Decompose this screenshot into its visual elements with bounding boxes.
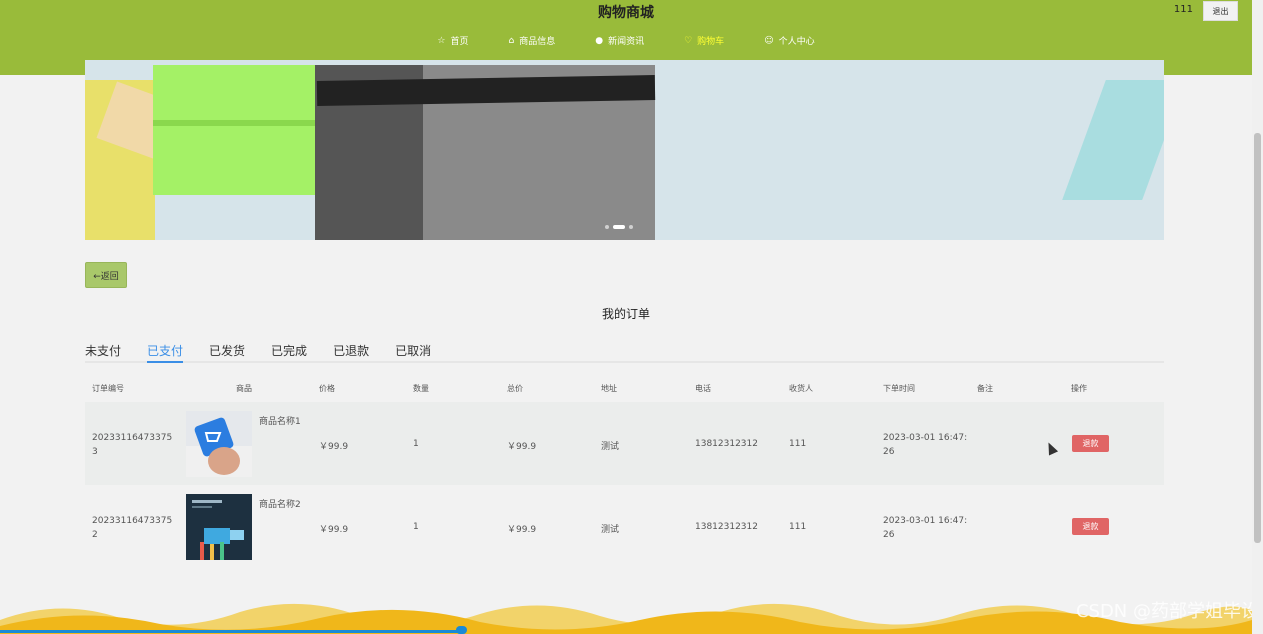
star-icon: ☆ [437, 35, 446, 46]
address: 测试 [601, 525, 620, 535]
refund-button[interactable]: 退款 [1072, 435, 1109, 452]
watermark: CSDN @药部学姐毕设 [1075, 601, 1259, 622]
banner-carousel[interactable] [85, 60, 1164, 240]
carousel-dot-active[interactable] [613, 225, 625, 229]
table-row: 20233116473375 2 商品名称2 ￥99.9 1 ￥99.9 测试 … [85, 485, 1164, 568]
back-button[interactable]: ←返回 [85, 262, 127, 288]
product-name: 商品名称1 [259, 417, 301, 427]
product-image [186, 494, 252, 560]
tab-refunded[interactable]: 已退款 [333, 342, 369, 363]
nav-item-cart[interactable]: ♡ 购物车 [684, 34, 725, 48]
order-number: 20233116473375 2 [92, 516, 173, 540]
page-title: 我的订单 [601, 307, 650, 321]
nav-item-products[interactable]: ⌂ 商品信息 [508, 34, 556, 48]
phone: 13812312312 [695, 522, 758, 532]
footer-wave [0, 603, 1252, 634]
column-header: 总价 [507, 383, 523, 393]
nav-label: 购物车 [697, 37, 725, 47]
product-name: 商品名称2 [259, 500, 301, 510]
user-icon: ☺ [764, 35, 774, 46]
quantity: 1 [413, 439, 419, 449]
banner-decor [1062, 80, 1164, 200]
column-header: 收货人 [789, 383, 813, 393]
phone: 13812312312 [695, 439, 758, 449]
nav-label: 个人中心 [778, 37, 815, 47]
carousel-indicators [605, 225, 633, 229]
order-number: 20233116473375 3 [92, 433, 173, 457]
username: 111 [1173, 4, 1193, 15]
nav-item-home[interactable]: ☆ 首页 [437, 34, 469, 48]
progress-bar [0, 630, 462, 633]
nav-item-profile[interactable]: ☺ 个人中心 [764, 34, 815, 48]
column-header: 订单编号 [92, 383, 124, 393]
site-title: 购物商城 [598, 5, 654, 21]
tab-unpaid[interactable]: 未支付 [85, 342, 121, 363]
orders-table: 订单编号 商品 价格 数量 总价 地址 电话 收货人 下单时间 备注 操作 20… [85, 374, 1164, 568]
progress-knob[interactable] [456, 626, 467, 634]
nav-label: 商品信息 [519, 37, 556, 47]
quantity: 1 [413, 522, 419, 532]
address: 测试 [601, 442, 620, 452]
scrollbar-thumb[interactable] [1254, 133, 1261, 543]
order-status-tabs: 未支付 已支付 已发货 已完成 已退款 已取消 [85, 342, 1164, 363]
logout-button[interactable]: 退出 [1203, 1, 1238, 21]
total-price: ￥99.9 [507, 525, 537, 535]
tab-cancelled[interactable]: 已取消 [395, 342, 431, 363]
receiver: 111 [789, 439, 807, 449]
nav-label: 新闻资讯 [608, 37, 645, 47]
main-nav: ☆ 首页 ⌂ 商品信息 ● 新闻资讯 ♡ 购物车 ☺ 个人中心 [0, 34, 1252, 48]
column-header: 电话 [695, 383, 711, 393]
price: ￥99.9 [319, 525, 349, 535]
order-time: 2023-03-01 16:47: 26 [883, 433, 968, 457]
nav-label: 首页 [450, 37, 469, 47]
price: ￥99.9 [319, 442, 349, 452]
product-image [186, 411, 252, 477]
refund-button[interactable]: 退款 [1072, 518, 1109, 535]
tab-shipped[interactable]: 已发货 [209, 342, 245, 363]
receiver: 111 [789, 522, 807, 532]
carousel-dot[interactable] [629, 225, 633, 229]
column-header: 商品 [236, 383, 252, 393]
column-header: 数量 [413, 383, 429, 393]
tab-completed[interactable]: 已完成 [271, 342, 307, 363]
table-header: 订单编号 商品 价格 数量 总价 地址 电话 收货人 下单时间 备注 操作 [85, 374, 1164, 402]
column-header: 操作 [1071, 383, 1087, 393]
column-header: 价格 [319, 383, 335, 393]
column-header: 地址 [601, 383, 617, 393]
tab-paid[interactable]: 已支付 [147, 342, 184, 363]
column-header: 备注 [977, 383, 993, 393]
nav-item-news[interactable]: ● 新闻资讯 [595, 34, 645, 48]
bag-icon: ⌂ [508, 35, 515, 46]
carousel-dot[interactable] [605, 225, 609, 229]
order-time: 2023-03-01 16:47: 26 [883, 516, 968, 540]
table-row: 20233116473375 3 商品名称1 ￥99.9 1 ￥99.9 测试 … [85, 402, 1164, 485]
heart-icon: ♡ [684, 35, 693, 46]
total-price: ￥99.9 [507, 442, 537, 452]
news-icon: ● [595, 35, 604, 46]
column-header: 下单时间 [883, 383, 915, 393]
